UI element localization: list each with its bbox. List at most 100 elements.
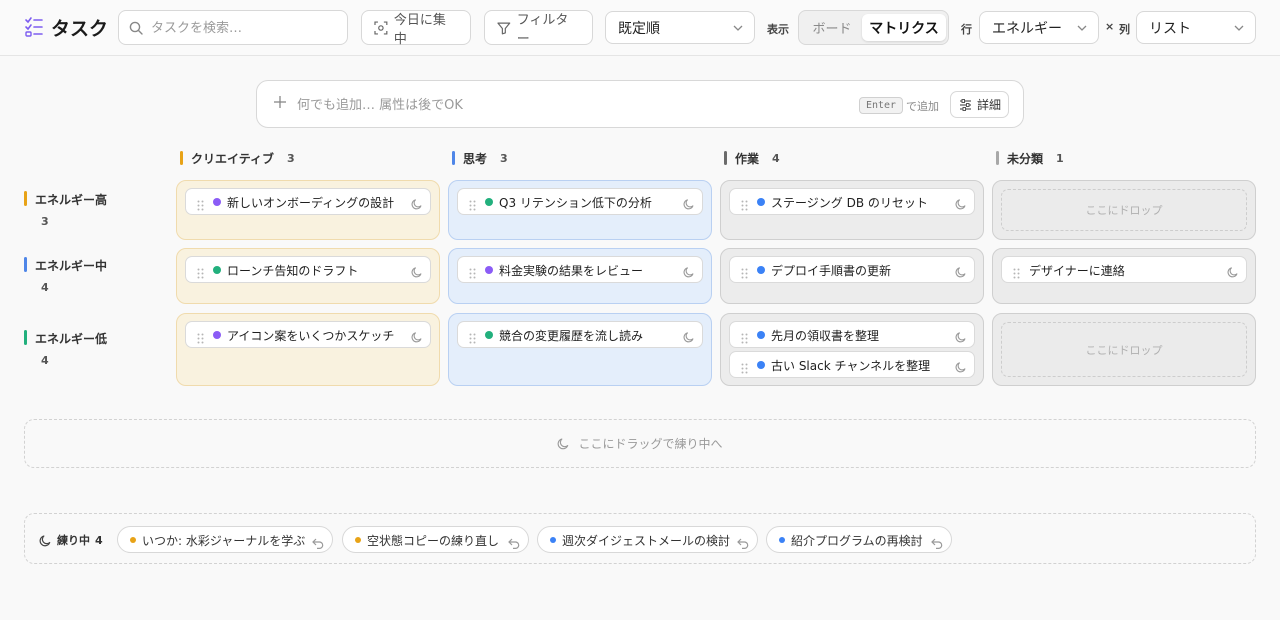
task-card[interactable]: デプロイ手順書の更新: [729, 256, 975, 283]
matrix-cell[interactable]: ここにドロップ: [992, 180, 1256, 240]
drag-handle-icon[interactable]: [741, 359, 748, 378]
col-value: リスト: [1149, 20, 1191, 37]
row-name: エネルギー中: [35, 259, 108, 273]
drop-placeholder[interactable]: ここにドロップ: [1001, 322, 1247, 377]
drag-handle-icon[interactable]: [741, 264, 748, 283]
times-symbol: ×: [1105, 20, 1115, 33]
row-count: 4: [41, 354, 49, 367]
plus-icon: [274, 96, 286, 108]
task-color-dot: [213, 198, 221, 206]
matrix-cell[interactable]: ローンチ告知のドラフト: [176, 248, 440, 304]
search-input[interactable]: [151, 17, 341, 39]
task-color-dot: [213, 266, 221, 274]
column-color-bar: [724, 151, 727, 165]
drop-placeholder[interactable]: ここにドロップ: [1001, 189, 1247, 231]
incubate-moon-icon[interactable]: [683, 328, 695, 347]
view-option-matrix[interactable]: マトリクス: [862, 14, 946, 41]
task-card[interactable]: 古い Slack チャンネルを整理: [729, 351, 975, 378]
enter-key-hint: Enter: [859, 97, 903, 114]
matrix-cell[interactable]: ステージング DB のリセット: [720, 180, 984, 240]
matrix-cell[interactable]: ここにドロップ: [992, 313, 1256, 386]
incubate-moon-icon[interactable]: [411, 195, 423, 214]
chevron-down-icon: [733, 25, 743, 31]
task-card[interactable]: ローンチ告知のドラフト: [185, 256, 431, 283]
drag-handle-icon[interactable]: [741, 329, 748, 348]
row-color-bar: [24, 191, 27, 206]
drag-handle-icon[interactable]: [197, 196, 204, 215]
column-header-uncat: 未分類 1: [996, 150, 1064, 166]
task-color-dot: [485, 266, 493, 274]
row-select[interactable]: エネルギー: [979, 11, 1099, 44]
drag-handle-icon[interactable]: [469, 329, 476, 348]
column-color-bar: [452, 151, 455, 165]
incubate-moon-icon[interactable]: [955, 358, 967, 377]
incubate-moon-icon[interactable]: [955, 195, 967, 214]
incubating-chip[interactable]: 空状態コピーの練り直し: [342, 526, 529, 553]
col-select[interactable]: リスト: [1136, 11, 1256, 44]
incubate-moon-icon[interactable]: [411, 263, 423, 282]
restore-icon[interactable]: [312, 534, 324, 553]
column-name: 思考: [463, 151, 488, 166]
incubating-chip[interactable]: 紹介プログラムの再検討: [766, 526, 952, 553]
incubate-moon-icon[interactable]: [955, 263, 967, 282]
incubate-moon-icon[interactable]: [955, 328, 967, 347]
matrix-cell[interactable]: 新しいオンボーディングの設計: [176, 180, 440, 240]
row-label: 行: [961, 23, 972, 36]
drag-handle-icon[interactable]: [1013, 264, 1020, 283]
task-card[interactable]: 新しいオンボーディングの設計: [185, 188, 431, 215]
drag-handle-icon[interactable]: [741, 196, 748, 215]
restore-icon[interactable]: [508, 534, 520, 553]
matrix-cell[interactable]: 料金実験の結果をレビュー: [448, 248, 712, 304]
task-card[interactable]: Q3 リテンション低下の分析: [457, 188, 703, 215]
matrix-cell[interactable]: Q3 リテンション低下の分析: [448, 180, 712, 240]
task-card[interactable]: 料金実験の結果をレビュー: [457, 256, 703, 283]
drag-handle-icon[interactable]: [197, 264, 204, 283]
incubating-chip[interactable]: いつか: 水彩ジャーナルを学ぶ: [117, 526, 333, 553]
incubate-moon-icon[interactable]: [683, 195, 695, 214]
column-header-thinking: 思考 3: [452, 150, 508, 166]
restore-icon[interactable]: [931, 534, 943, 553]
drag-handle-icon[interactable]: [197, 329, 204, 348]
task-card[interactable]: ステージング DB のリセット: [729, 188, 975, 215]
matrix-cell[interactable]: アイコン案をいくつかスケッチ: [176, 313, 440, 386]
column-header-work: 作業 4: [724, 150, 780, 166]
restore-icon[interactable]: [737, 534, 749, 553]
row-color-bar: [24, 257, 27, 272]
matrix-cell[interactable]: デザイナーに連絡: [992, 248, 1256, 304]
task-color-dot: [485, 331, 493, 339]
column-name: 未分類: [1007, 151, 1044, 166]
chip-color-dot: [130, 537, 136, 543]
incubate-dropzone[interactable]: ここにドラッグで練り中へ: [24, 419, 1256, 468]
incubate-moon-icon[interactable]: [683, 263, 695, 282]
task-title: アイコン案をいくつかスケッチ: [227, 329, 395, 343]
sort-select[interactable]: 既定順: [605, 11, 755, 44]
row-count: 4: [41, 281, 49, 294]
task-card[interactable]: 先月の領収書を整理: [729, 321, 975, 348]
task-title: 料金実験の結果をレビュー: [499, 264, 644, 278]
task-card[interactable]: 競合の変更履歴を流し読み: [457, 321, 703, 348]
row-value: エネルギー: [992, 20, 1062, 37]
view-option-board[interactable]: ボード: [803, 14, 861, 41]
chip-title: 空状態コピーの練り直し: [367, 534, 500, 548]
search-box[interactable]: [118, 10, 348, 45]
chip-title: いつか: 水彩ジャーナルを学ぶ: [142, 534, 306, 548]
task-title: ステージング DB のリセット: [771, 196, 928, 210]
incubate-moon-icon[interactable]: [411, 328, 423, 347]
drag-handle-icon[interactable]: [469, 196, 476, 215]
chevron-down-icon: [1234, 25, 1244, 31]
incubating-chip[interactable]: 週次ダイジェストメールの検討: [537, 526, 758, 553]
detail-button[interactable]: 詳細: [950, 91, 1009, 118]
task-color-dot: [757, 266, 765, 274]
incubating-tray: 練り中 4 いつか: 水彩ジャーナルを学ぶ 空状態コピーの練り直し 週次ダイジェスト…: [24, 513, 1256, 564]
quick-add-input[interactable]: [297, 94, 837, 116]
filter-button[interactable]: フィルター: [484, 10, 593, 47]
matrix-cell[interactable]: 競合の変更履歴を流し読み: [448, 313, 712, 386]
matrix-cell[interactable]: 先月の領収書を整理 古い Slack チャンネルを整理: [720, 313, 984, 386]
focus-icon: [374, 20, 388, 35]
focus-today-button[interactable]: 今日に集中: [361, 10, 471, 47]
matrix-cell[interactable]: デプロイ手順書の更新: [720, 248, 984, 304]
task-card[interactable]: アイコン案をいくつかスケッチ: [185, 321, 431, 348]
incubate-moon-icon[interactable]: [1227, 263, 1239, 282]
drag-handle-icon[interactable]: [469, 264, 476, 283]
task-card[interactable]: デザイナーに連絡: [1001, 256, 1247, 283]
